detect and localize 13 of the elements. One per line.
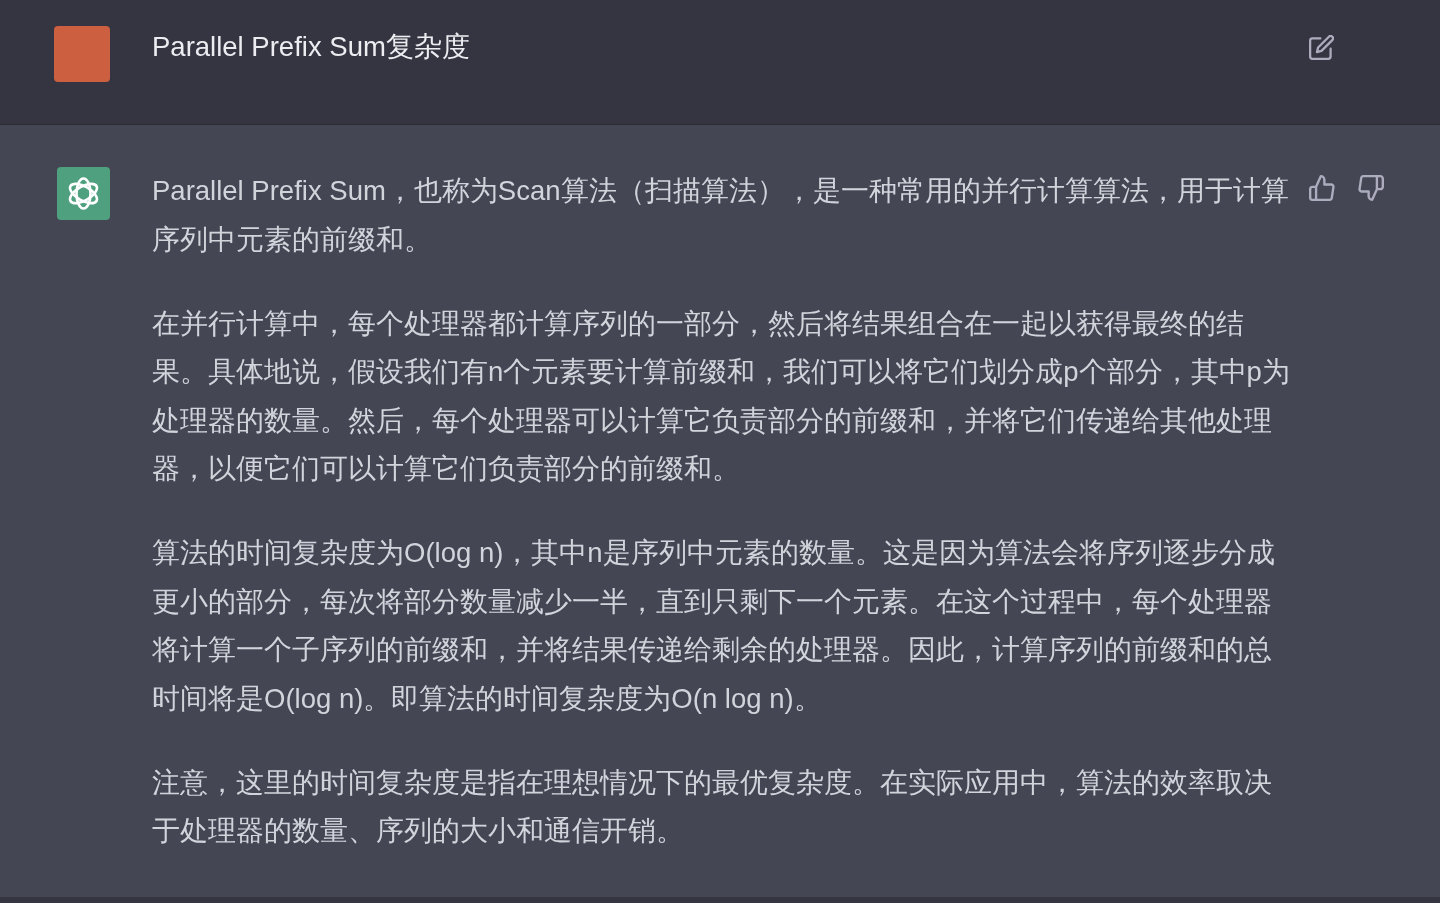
edit-button[interactable] [1309,35,1334,60]
answer-paragraph: 算法的时间复杂度为O(log n)，其中n是序列中元素的数量。这是因为算法会将序列逐步分成更小的部分，每次将部分数量减少一半，直到只剩下一个元素。在这个过程中，每个处理器将计算一个子序列的前缀和，并将结果传递给剩余的处理器。因此，计算序列的前缀和的总时间将是O(log n)。即算法的时间复杂度为O(n log n)。 [152,536,1276,716]
user-message-text: Parallel Prefix Sum复杂度 [152,30,471,64]
thumbs-down-icon [1358,175,1384,201]
thumbs-down-button[interactable] [1358,175,1384,201]
answer-paragraph: 注意，这里的时间复杂度是指在理想情况下的最优复杂度。在实际应用中，算法的效率取决于处理器的数量、序列的大小和通信开销。 [152,765,1273,848]
edit-icon [1309,35,1334,60]
knot-logo-icon [57,167,110,220]
answer-paragraph: 在并行计算中，每个处理器都计算序列的一部分，然后将结果组合在一起以获得最终的结果。具体地说，假设我们有n个元素要计算前缀和，我们可以将它们划分成p个部分，其中p为处理器的数量。然后，每个处理器可以计算它负责部分的前缀和，并将它们传递给其他处理器，以便它们可以计算它们负责部分的前缀和。 [152,306,1291,486]
thumbs-up-button[interactable] [1309,175,1335,201]
user-avatar [54,26,110,82]
answer-paragraph: Parallel Prefix Sum，也称为Scan算法（扫描算法），是一种常用的并行计算算法，用于计算序列中元素的前缀和。 [152,174,1290,257]
thumbs-up-icon [1309,175,1335,201]
